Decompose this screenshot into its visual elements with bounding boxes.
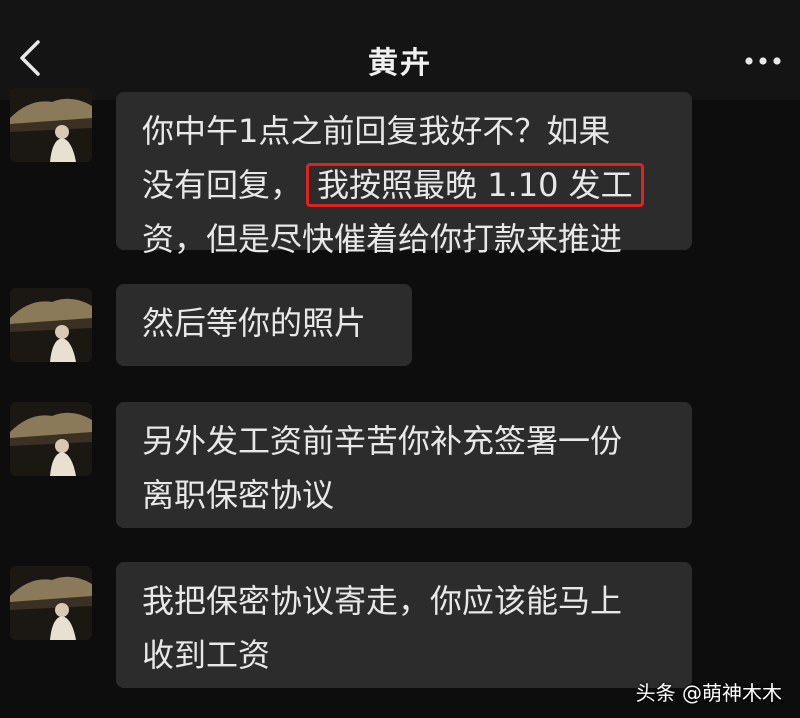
watermark: 头条 @萌神木木 [635,681,782,705]
highlighted-text: 我按照最晚 1.10 发工 [306,163,644,207]
message-line: 你中午1点之前回复我好不？如果 [142,112,611,150]
message-line: 我把保密协议寄走，你应该能马上 [142,582,623,620]
message-line: 然后等你的照片 [142,304,367,342]
avatar[interactable] [10,566,92,640]
avatar[interactable] [10,288,92,362]
message-text: 没有回复， [142,166,303,204]
avatar[interactable] [10,88,92,162]
message-bubble[interactable]: 我把保密协议寄走，你应该能马上 收到工资 [116,562,692,688]
avatar[interactable] [10,402,92,476]
chat-header: 黄卉 [0,0,800,100]
message-line: 另外发工资前辛苦你补充签署一份 [142,422,623,460]
ellipsis-icon[interactable] [744,56,782,66]
message-line: 资，但是尽快催着给你打款来推进 [142,220,623,258]
contact-name[interactable]: 黄卉 [0,38,800,82]
message-bubble[interactable]: 然后等你的照片 [116,284,412,366]
message-bubble[interactable]: 你中午1点之前回复我好不？如果 没有回复， 我按照最晚 1.10 发工 资，但是尽… [116,92,692,258]
message-bubble[interactable]: 另外发工资前辛苦你补充签署一份 离职保密协议 [116,402,692,528]
message-line: 收到工资 [142,636,271,674]
message-line: 离职保密协议 [142,476,335,514]
message-line: 没有回复， 我按照最晚 1.10 发工 [142,158,666,212]
